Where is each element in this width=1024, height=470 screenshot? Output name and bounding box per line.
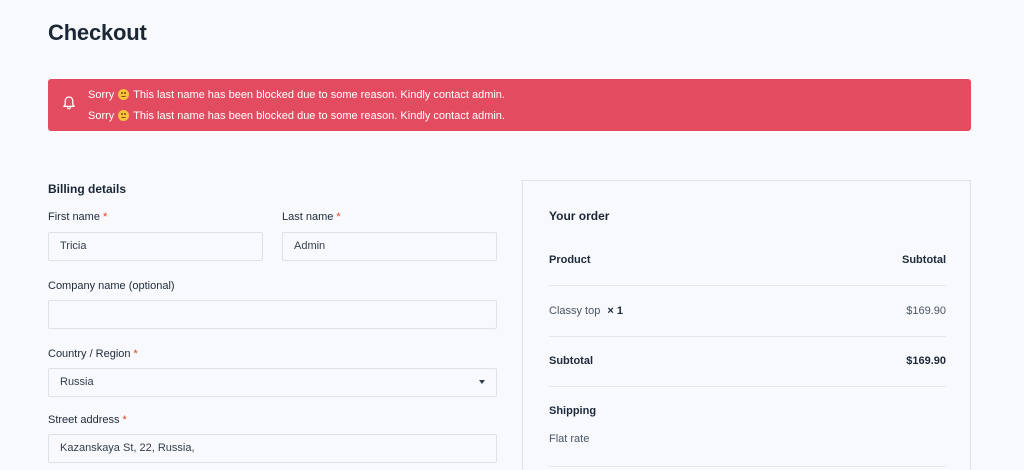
subtotal-label: Subtotal bbox=[549, 355, 593, 367]
order-item-name: Classy top bbox=[549, 305, 601, 317]
country-selected-value: Russia bbox=[60, 376, 94, 388]
shipping-method-flat-rate[interactable]: Flat rate bbox=[549, 433, 946, 445]
street-address-field[interactable]: Kazanskaya St, 22, Russia, bbox=[48, 434, 497, 463]
required-marker: * bbox=[122, 414, 127, 426]
order-review-panel: Your order Product Subtotal Classy top ×… bbox=[522, 180, 971, 470]
subtotal-value: $169.90 bbox=[906, 355, 946, 367]
order-item-quantity: × 1 bbox=[607, 305, 624, 317]
required-marker: * bbox=[336, 211, 341, 223]
street-address-label: Street address * bbox=[48, 414, 127, 426]
notice-message: Sorry This last name has been blocked du… bbox=[88, 89, 505, 101]
last-name-label: Last name * bbox=[282, 211, 341, 223]
sad-face-icon bbox=[118, 110, 130, 121]
your-order-title: Your order bbox=[549, 209, 610, 223]
first-name-field[interactable]: Tricia bbox=[48, 232, 263, 261]
order-item-row: Classy top × 1 $169.90 bbox=[549, 305, 946, 317]
required-marker: * bbox=[102, 211, 108, 223]
order-subtotal-row: Subtotal $169.90 bbox=[549, 355, 946, 367]
company-name-label: Company name (optional) bbox=[48, 280, 175, 292]
country-region-select[interactable]: Russia bbox=[48, 368, 497, 397]
error-notice: Sorry This last name has been blocked du… bbox=[48, 79, 971, 131]
sad-face-icon bbox=[118, 89, 130, 100]
shipping-label: Shipping bbox=[549, 405, 597, 417]
order-divider bbox=[549, 466, 946, 467]
billing-details-title: Billing details bbox=[48, 182, 127, 196]
company-name-field[interactable] bbox=[48, 300, 497, 329]
bell-icon bbox=[63, 96, 75, 110]
order-item-price: $169.90 bbox=[906, 305, 946, 317]
notice-message: Sorry This last name has been blocked du… bbox=[88, 110, 505, 122]
first-name-label: First name * bbox=[48, 211, 108, 223]
last-name-field[interactable]: Admin bbox=[282, 232, 497, 261]
country-region-label: Country / Region * bbox=[48, 348, 138, 360]
order-table-header: Product Subtotal bbox=[549, 254, 946, 266]
order-divider bbox=[549, 336, 946, 337]
order-divider bbox=[549, 386, 946, 387]
product-column-header: Product bbox=[549, 254, 591, 266]
subtotal-column-header: Subtotal bbox=[902, 254, 946, 266]
page-title: Checkout bbox=[48, 20, 147, 45]
chevron-down-icon bbox=[479, 380, 485, 384]
required-marker: * bbox=[133, 348, 138, 360]
order-divider bbox=[549, 285, 946, 286]
